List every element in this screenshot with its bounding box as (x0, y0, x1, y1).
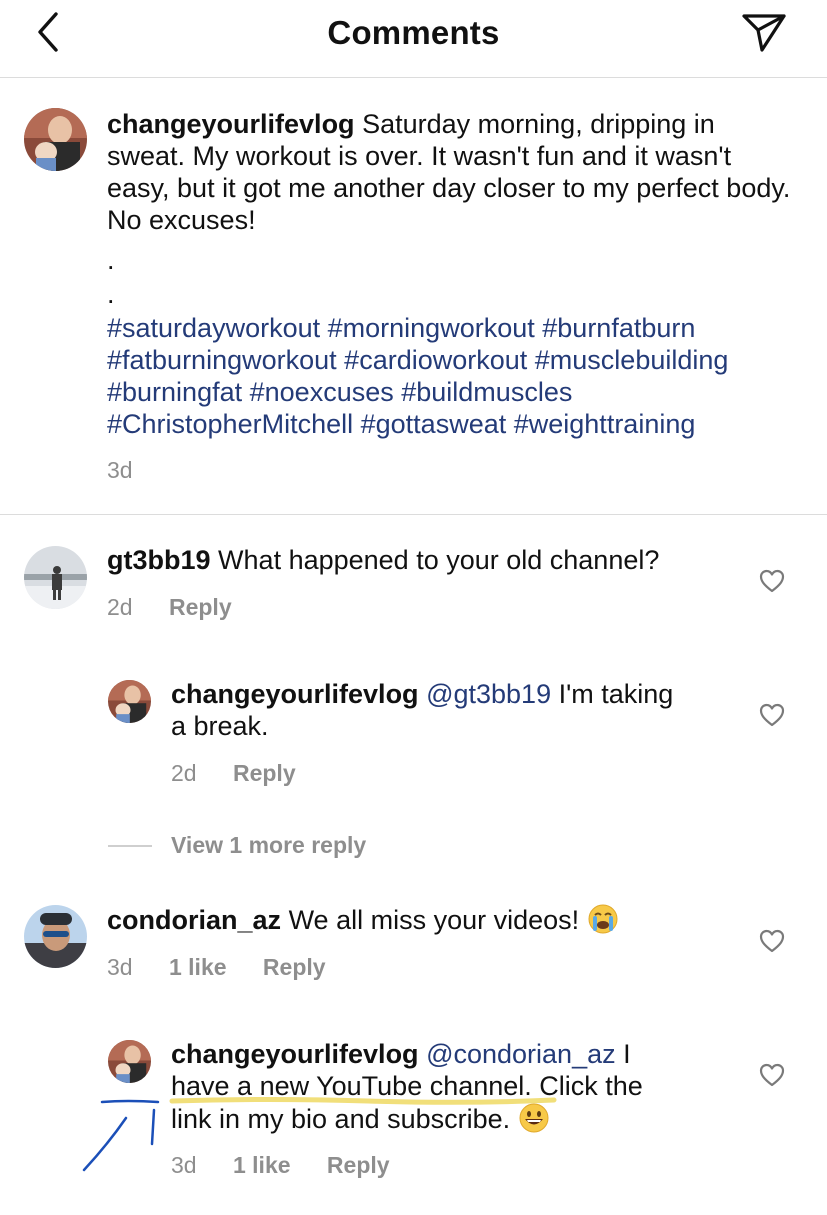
hashtag-link[interactable]: #cardioworkout (344, 345, 527, 375)
username-link[interactable]: changeyourlifevlog (171, 1039, 419, 1069)
comment-meta: 3d 1 like Reply (171, 1152, 390, 1179)
comment-meta: 2d Reply (107, 594, 232, 621)
post-caption: changeyourlifevlog Saturday morning, dri… (107, 108, 797, 236)
reply-button[interactable]: Reply (327, 1152, 390, 1178)
hashtag-link[interactable]: #noexcuses (250, 377, 394, 407)
mention-link[interactable]: @gt3bb19 (426, 679, 551, 709)
heart-icon (759, 569, 785, 593)
like-button[interactable] (759, 703, 785, 727)
mention-link[interactable]: @condorian_az (426, 1039, 616, 1069)
like-button[interactable] (759, 569, 785, 593)
avatar[interactable] (24, 546, 87, 609)
avatar[interactable] (108, 680, 151, 723)
comment-text: condorian_az We all miss your videos! (107, 903, 737, 942)
heart-icon (759, 1063, 785, 1087)
caption-divider (0, 514, 827, 515)
comment-timestamp: 3d (107, 954, 133, 980)
comment-meta: 3d 1 like Reply (107, 954, 326, 981)
comment-timestamp: 2d (171, 760, 197, 786)
hashtag-block: #saturdayworkout #morningworkout #burnfa… (107, 312, 807, 440)
heart-icon (759, 929, 785, 953)
reply-button[interactable]: Reply (169, 594, 232, 620)
reply-text: changeyourlifevlog @condorian_az I have … (171, 1038, 741, 1141)
reply-text: changeyourlifevlog @gt3bb19 I'm taking a… (171, 679, 674, 741)
view-replies-line (108, 845, 152, 847)
heart-icon (759, 703, 785, 727)
username-link[interactable]: changeyourlifevlog (107, 109, 355, 139)
post-timestamp: 3d (107, 457, 133, 483)
comment-meta: 2d Reply (171, 760, 296, 787)
hashtag-link[interactable]: #gottasweat (361, 409, 507, 439)
likes-count[interactable]: 1 like (233, 1152, 291, 1178)
hashtag-link[interactable]: #ChristopherMitchell (107, 409, 353, 439)
hashtag-link[interactable]: #morningworkout (328, 313, 535, 343)
hashtag-link[interactable]: #fatburningworkout (107, 345, 337, 375)
username-link[interactable]: changeyourlifevlog (171, 679, 419, 709)
hashtag-link[interactable]: #saturdayworkout (107, 313, 320, 343)
hashtag-link[interactable]: #buildmuscles (401, 377, 572, 407)
paper-plane-icon (742, 14, 786, 52)
reply-button[interactable]: Reply (263, 954, 326, 980)
hashtag-link[interactable]: #weighttraining (514, 409, 696, 439)
avatar[interactable] (24, 108, 87, 171)
caption-dot: . (107, 279, 115, 309)
comment-timestamp: 3d (171, 1152, 197, 1178)
caption-dot: . (107, 245, 115, 275)
hashtag-link[interactable]: #burnfatburn (542, 313, 695, 343)
share-button[interactable] (740, 10, 788, 54)
hashtag-link[interactable]: #musclebuilding (535, 345, 729, 375)
header-divider (0, 77, 827, 78)
hashtag-link[interactable]: #burningfat (107, 377, 242, 407)
username-link[interactable]: gt3bb19 (107, 545, 211, 575)
reply-button[interactable]: Reply (233, 760, 296, 786)
annotation-marks (82, 1099, 160, 1172)
comment-timestamp: 2d (107, 594, 133, 620)
like-button[interactable] (759, 1063, 785, 1087)
avatar[interactable] (108, 1040, 151, 1083)
avatar[interactable] (24, 905, 87, 968)
grinning-face-emoji (518, 1102, 550, 1141)
view-more-replies[interactable]: View 1 more reply (171, 832, 366, 859)
page-title: Comments (327, 14, 500, 51)
likes-count[interactable]: 1 like (169, 954, 227, 980)
comment-text: gt3bb19 What happened to your old channe… (107, 545, 660, 575)
crying-face-emoji (587, 903, 619, 942)
username-link[interactable]: condorian_az (107, 905, 281, 935)
like-button[interactable] (759, 929, 785, 953)
